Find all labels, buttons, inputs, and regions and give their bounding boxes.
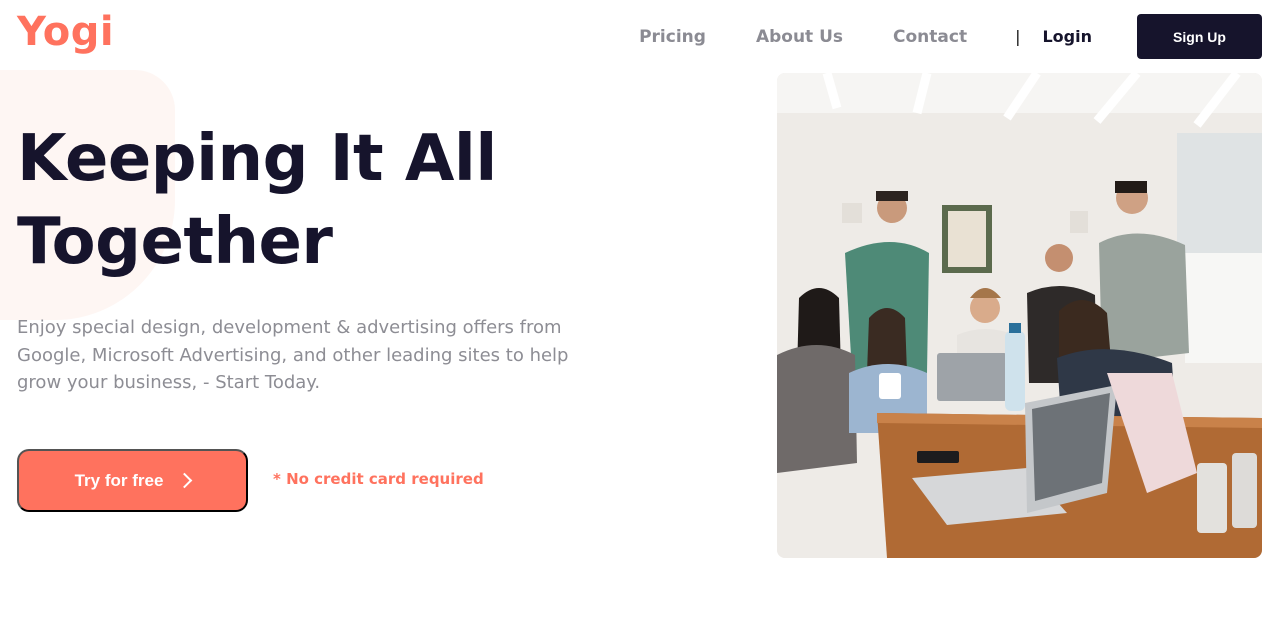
- hero-title-line-1: Keeping It All: [17, 122, 497, 196]
- login-link[interactable]: Login: [1042, 27, 1092, 46]
- try-for-free-button[interactable]: Try for free: [17, 449, 248, 512]
- no-credit-card-note: * No credit card required: [273, 470, 484, 488]
- sign-up-button[interactable]: Sign Up: [1137, 14, 1262, 59]
- hero-description: Enjoy special design, development & adve…: [17, 317, 569, 393]
- team-meeting-illustration: [777, 73, 1262, 558]
- nav-divider: |: [1015, 27, 1021, 46]
- chevron-right-icon: [177, 472, 193, 489]
- try-for-free-label: Try for free: [74, 470, 164, 490]
- hero-title: Keeping It All Together: [17, 118, 497, 284]
- brand-logo[interactable]: Yogi: [17, 9, 114, 55]
- nav-link-contact[interactable]: Contact: [893, 27, 967, 47]
- nav-link-about-us[interactable]: About Us: [756, 27, 843, 47]
- hero-team-photo: [777, 73, 1262, 558]
- landing-page: Yogi Pricing About Us Contact | Login Si…: [0, 0, 1280, 640]
- nav-link-pricing[interactable]: Pricing: [639, 27, 706, 47]
- top-nav: Pricing About Us Contact | Login Sign Up: [639, 14, 1262, 59]
- hero-title-line-2: Together: [17, 205, 333, 279]
